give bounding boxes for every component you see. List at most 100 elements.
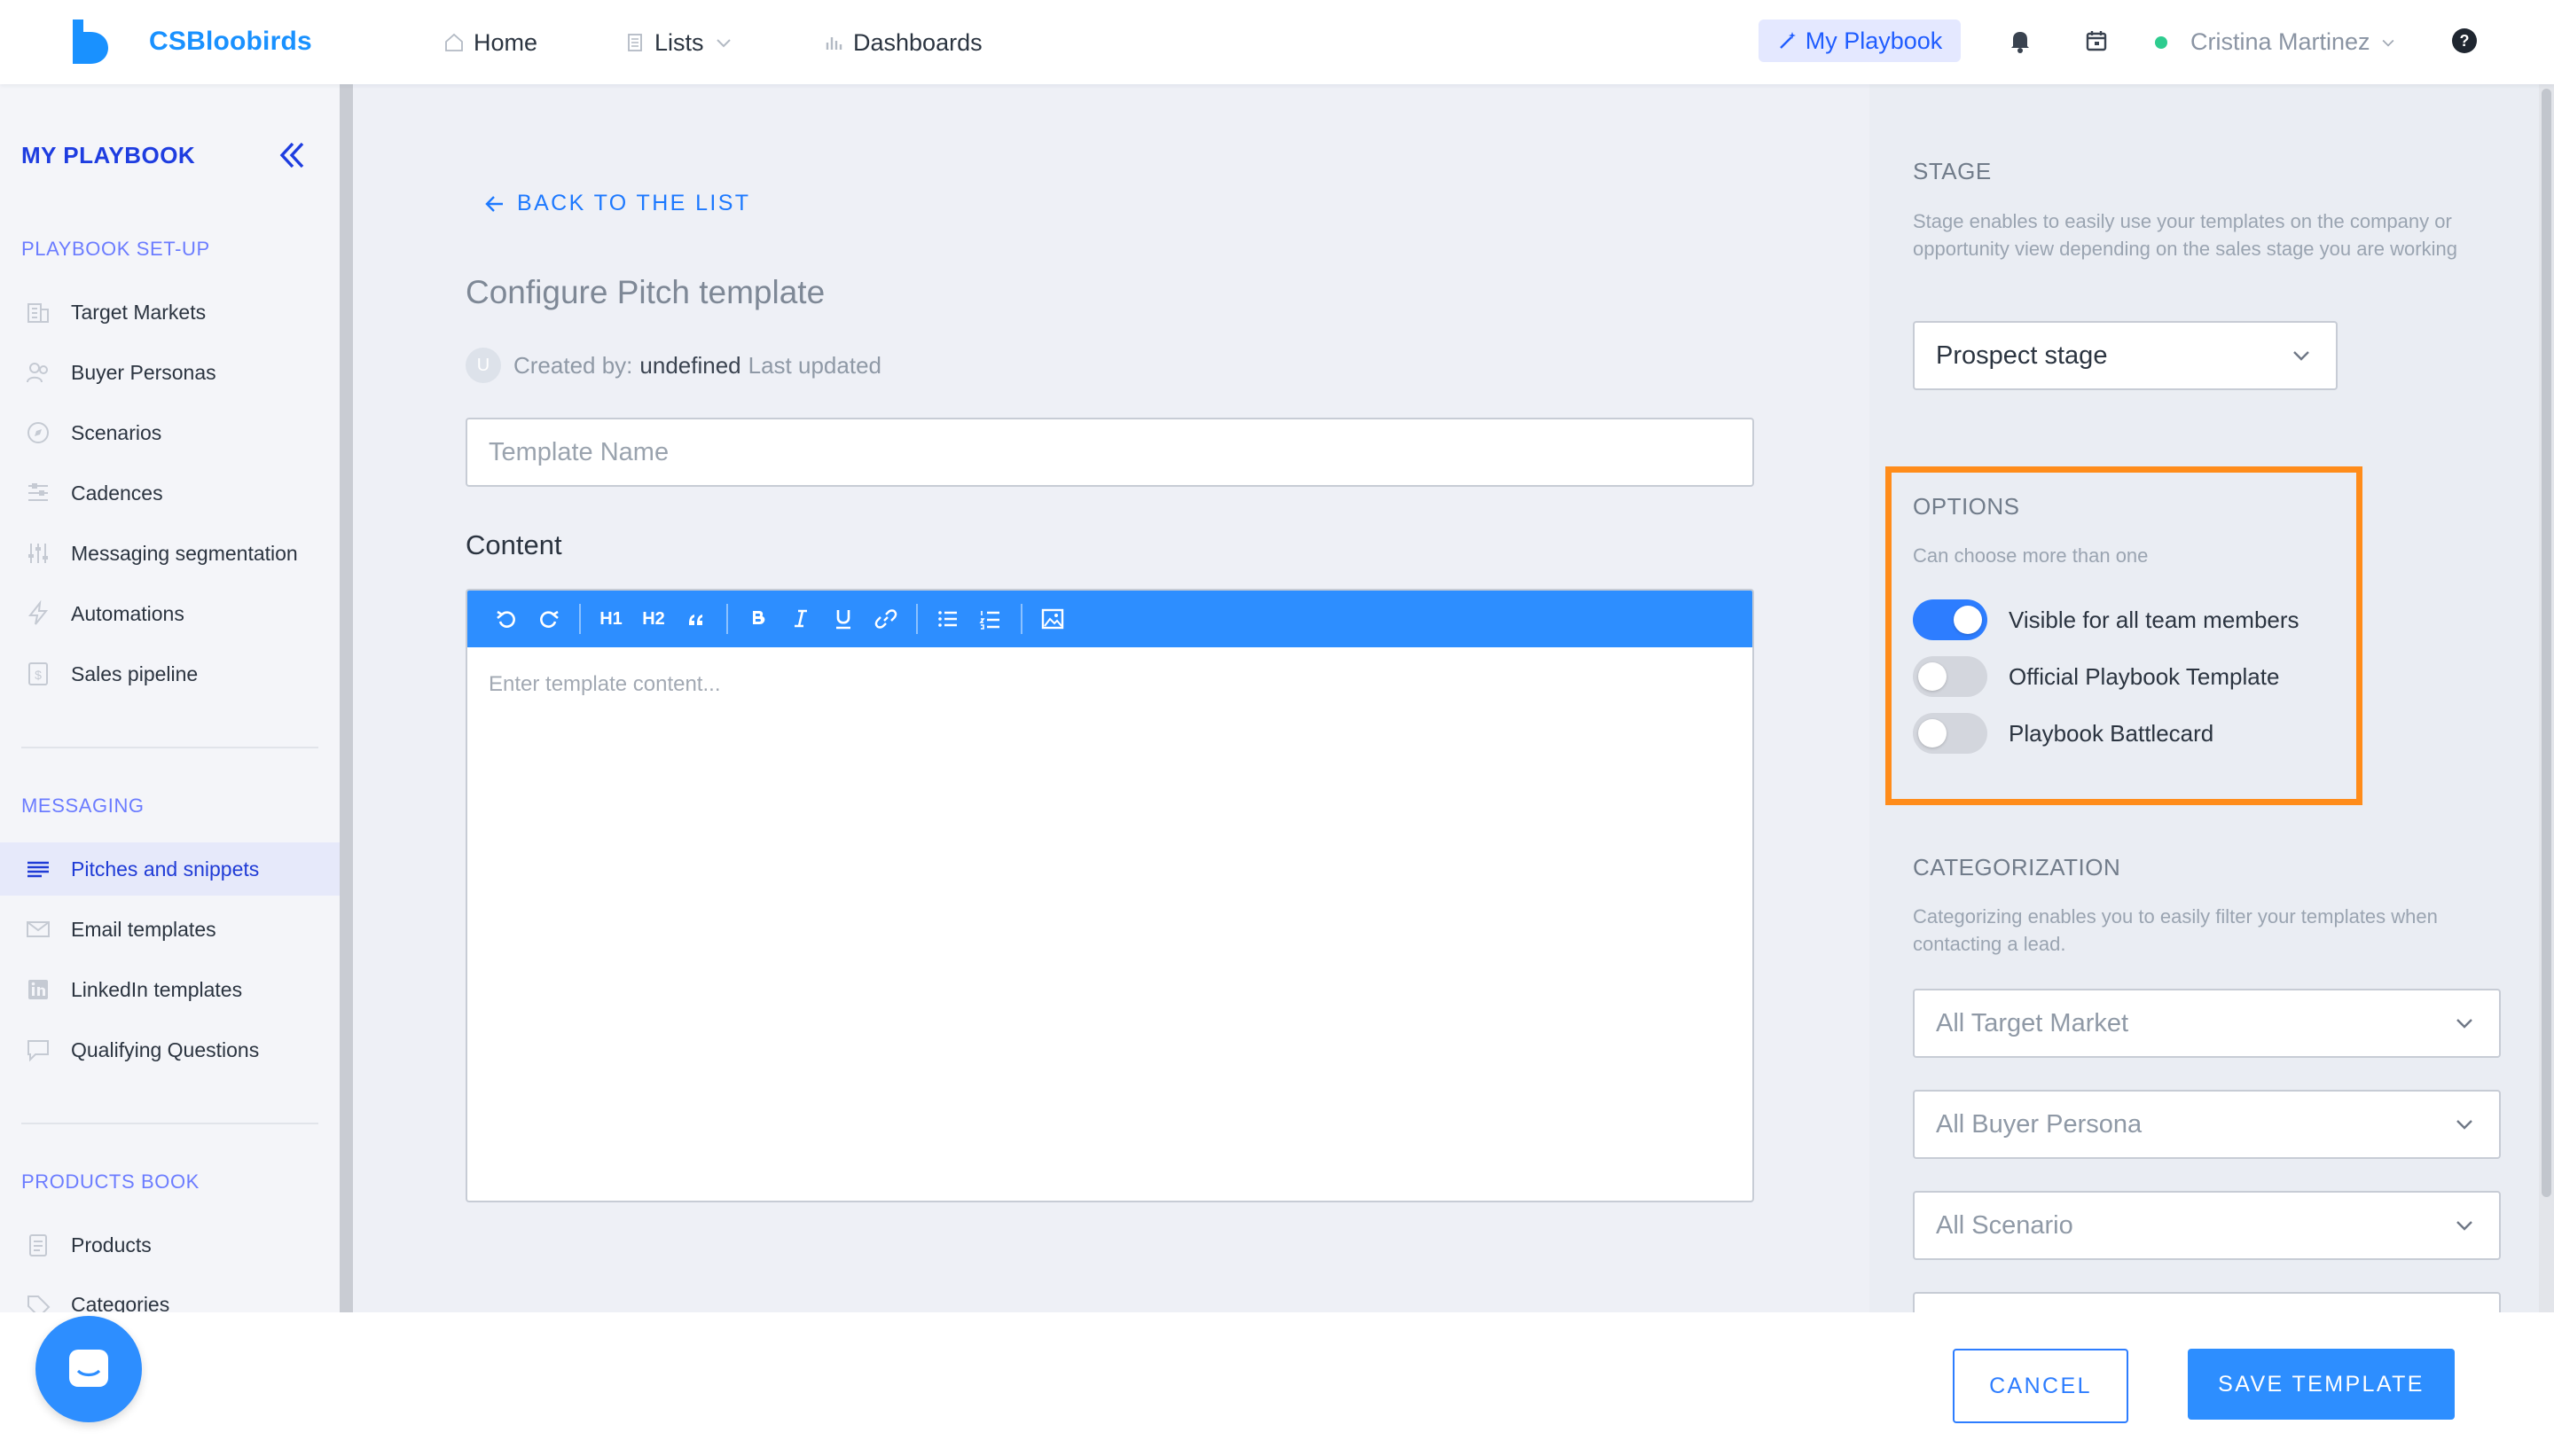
heading-2-label: H2 bbox=[642, 608, 665, 629]
people-icon bbox=[27, 363, 48, 383]
chevron-down-icon bbox=[2382, 39, 2393, 47]
bar-chart-icon bbox=[826, 37, 842, 50]
numbered-list-button[interactable] bbox=[969, 598, 1012, 640]
building-icon bbox=[27, 303, 49, 323]
sidebar-item-linkedin-templates[interactable]: LinkedIn templates bbox=[0, 963, 340, 1016]
nav-lists-label: Lists bbox=[654, 28, 704, 56]
nav-dashboards-label: Dashboards bbox=[853, 28, 983, 56]
underline-button[interactable] bbox=[822, 598, 865, 640]
sidebar-item-categories[interactable]: Categories bbox=[0, 1279, 340, 1312]
nav-dashboards[interactable]: Dashboards bbox=[823, 25, 983, 60]
content-label: Content bbox=[466, 529, 562, 560]
back-to-list-link[interactable]: BACK TO THE LIST bbox=[483, 191, 750, 216]
categorization-description: Categorizing enables you to easily filte… bbox=[1913, 905, 2438, 955]
sidebar-item-products[interactable]: Products bbox=[0, 1218, 340, 1272]
magic-wand-icon bbox=[1779, 32, 1796, 49]
options-heading: OPTIONS bbox=[1913, 493, 2020, 520]
visible-team-toggle[interactable] bbox=[1913, 599, 1987, 640]
toolbar-separator bbox=[1021, 604, 1022, 634]
template-name-input[interactable] bbox=[466, 418, 1754, 487]
scenario-select[interactable]: All Scenario bbox=[1913, 1191, 2501, 1260]
undo-icon bbox=[497, 610, 515, 628]
sidebar-item-pitches-and-snippets[interactable]: Pitches and snippets bbox=[0, 842, 340, 896]
sidebar-item-label: Qualifying Questions bbox=[71, 1037, 260, 1061]
sidebar-item-label: Categories bbox=[71, 1293, 170, 1312]
chat-launcher-button[interactable] bbox=[35, 1316, 142, 1422]
footer-bar bbox=[0, 1312, 2554, 1456]
nav-home[interactable]: Home bbox=[443, 25, 537, 60]
stage-heading: STAGE bbox=[1913, 158, 1992, 184]
editor-content-area[interactable]: Enter template content... bbox=[467, 647, 1752, 1197]
target-market-select[interactable]: All Target Market bbox=[1913, 989, 2501, 1058]
bell-icon[interactable] bbox=[2006, 27, 2034, 55]
sidebar-item-label: Cadences bbox=[71, 481, 163, 505]
sidebar-section-products-book: PRODUCTS BOOK bbox=[21, 1170, 200, 1193]
last-updated-label: Last updated bbox=[748, 351, 881, 379]
save-template-button[interactable]: SAVE TEMPLATE bbox=[2188, 1349, 2455, 1420]
cancel-button[interactable]: CANCEL bbox=[1953, 1349, 2128, 1423]
additional-category-select[interactable] bbox=[1913, 1292, 2501, 1312]
sidebar-scrollbar[interactable] bbox=[340, 84, 353, 1312]
sidebar-item-label: Sales pipeline bbox=[71, 661, 199, 685]
sidebar-item-automations[interactable]: Automations bbox=[0, 587, 340, 640]
chevron-down-icon bbox=[2456, 1019, 2472, 1029]
sidebar-item-sales-pipeline[interactable]: $ Sales pipeline bbox=[0, 647, 340, 701]
heading-1-button[interactable]: H1 bbox=[590, 598, 632, 640]
stage-select[interactable]: Prospect stage bbox=[1913, 321, 2338, 390]
sidebar-title: MY PLAYBOOK bbox=[21, 142, 196, 168]
bolt-icon bbox=[27, 600, 49, 625]
list-icon bbox=[628, 34, 642, 51]
toggle-label: Official Playbook Template bbox=[2009, 662, 2280, 690]
user-menu[interactable]: Cristina Martinez bbox=[2155, 28, 2397, 56]
sidebar-item-scenarios[interactable]: Scenarios bbox=[0, 406, 340, 459]
bullet-list-icon bbox=[938, 611, 957, 627]
calendar-icon[interactable] bbox=[2082, 27, 2111, 55]
sidebar-item-label: Products bbox=[71, 1233, 152, 1256]
cadence-icon bbox=[28, 483, 48, 501]
sidebar-divider bbox=[21, 747, 318, 748]
right-panel-scroll-thumb[interactable] bbox=[2542, 89, 2551, 1197]
sidebar-item-messaging-segmentation[interactable]: Messaging segmentation bbox=[0, 527, 340, 580]
sidebar-item-qualifying-questions[interactable]: Qualifying Questions bbox=[0, 1023, 340, 1076]
sidebar-item-buyer-personas[interactable]: Buyer Personas bbox=[0, 346, 340, 399]
created-by-label: Created by: bbox=[513, 351, 633, 379]
buyer-persona-select[interactable]: All Buyer Persona bbox=[1913, 1090, 2501, 1159]
arrow-left-icon bbox=[485, 195, 503, 212]
heading-2-button[interactable]: H2 bbox=[632, 598, 675, 640]
toolbar-separator bbox=[916, 604, 918, 634]
toggle-knob bbox=[1918, 719, 1947, 748]
my-playbook-button[interactable]: My Playbook bbox=[1759, 20, 1961, 62]
link-button[interactable] bbox=[865, 598, 907, 640]
toggle-row-official-template: Official Playbook Template bbox=[1913, 656, 2279, 697]
heading-1-label: H1 bbox=[599, 608, 623, 629]
insert-image-button[interactable] bbox=[1031, 598, 1074, 640]
brand-name[interactable]: CSBloobirds bbox=[149, 27, 312, 57]
linkedin-icon bbox=[28, 980, 48, 999]
chevron-down-icon bbox=[2293, 351, 2309, 361]
quote-button[interactable] bbox=[675, 598, 717, 640]
toolbar-separator bbox=[726, 604, 728, 634]
battlecard-toggle[interactable] bbox=[1913, 713, 1987, 754]
undo-button[interactable] bbox=[485, 598, 528, 640]
nav-lists[interactable]: Lists bbox=[624, 25, 734, 60]
italic-button[interactable] bbox=[780, 598, 822, 640]
chat-icon bbox=[69, 1350, 108, 1387]
sidebar-item-target-markets[interactable]: Target Markets bbox=[0, 286, 340, 339]
bullet-list-button[interactable] bbox=[927, 598, 969, 640]
sidebar-item-cadences[interactable]: Cadences bbox=[0, 466, 340, 520]
avatar: U bbox=[466, 348, 501, 383]
sidebar-item-email-templates[interactable]: Email templates bbox=[0, 903, 340, 956]
sidebar-item-label: Scenarios bbox=[71, 420, 162, 444]
bloobirds-logo-icon[interactable] bbox=[71, 20, 108, 64]
redo-button[interactable] bbox=[528, 598, 570, 640]
double-chevron-left-icon bbox=[279, 142, 304, 168]
collapse-sidebar-button[interactable] bbox=[273, 137, 310, 174]
sidebar-item-label: Buyer Personas bbox=[71, 360, 216, 384]
official-template-toggle[interactable] bbox=[1913, 656, 1987, 697]
sidebar-item-label: Email templates bbox=[71, 917, 216, 941]
bold-button[interactable] bbox=[737, 598, 780, 640]
toggle-label: Visible for all team members bbox=[2009, 606, 2299, 633]
toggle-row-visible-team: Visible for all team members bbox=[1913, 599, 2299, 640]
top-navigation-bar: CSBloobirds Home Lists Dashboards My Pla… bbox=[0, 0, 2554, 84]
help-icon[interactable]: ? bbox=[2450, 27, 2479, 55]
